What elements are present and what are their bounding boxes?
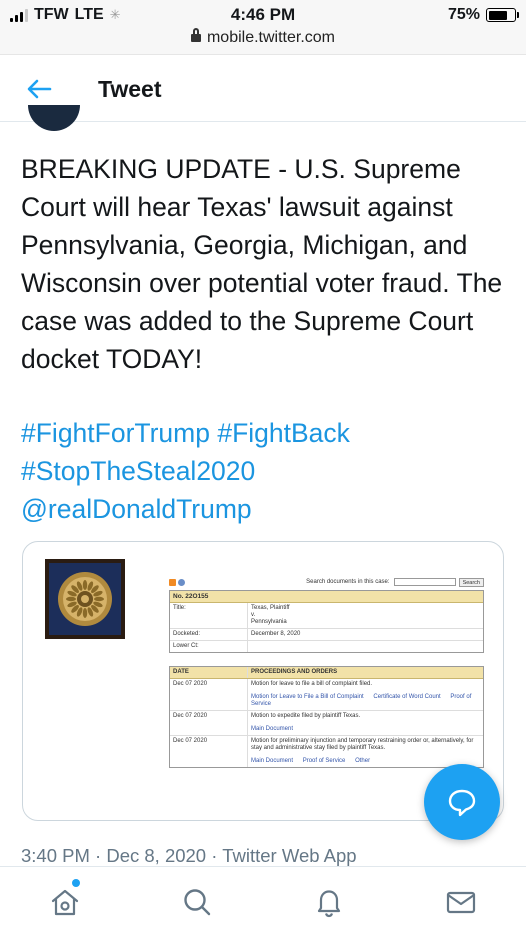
bottom-nav	[0, 866, 526, 935]
tweet-hashtags: #FightForTrump #FightBack #StopTheSteal2…	[21, 414, 511, 528]
status-bar: TFW LTE ✳ 4:46 PM mobile.twitter.com 75%	[0, 0, 526, 55]
doc-search-button: Search	[458, 577, 484, 587]
proceeding-link: Motion for Leave to File a Bill of Compl…	[251, 694, 364, 700]
proceeding-date: Dec 07 2020	[170, 711, 248, 735]
avatar[interactable]	[28, 105, 80, 131]
doc-search-input	[393, 578, 456, 586]
battery-icon	[486, 8, 519, 22]
proceeding-row: Dec 07 2020 Motion to expedite filed by …	[170, 711, 483, 736]
proceeding-text: Motion for preliminary injunction and te…	[251, 738, 474, 751]
case-number: No. 22O155	[170, 591, 483, 603]
case-info-box: No. 22O155 Title: Texas, Plaintiff v. Pe…	[169, 590, 484, 653]
proceeding-link: Certificate of Word Count	[373, 694, 441, 700]
proceeding-row: Dec 07 2020 Motion for leave to file a b…	[170, 679, 483, 711]
case-row: Title: Texas, Plaintiff v. Pennsylvania	[170, 603, 483, 629]
case-row-value: December 8, 2020	[251, 631, 301, 637]
home-icon[interactable]	[48, 885, 82, 919]
case-row-key: Title:	[170, 603, 248, 628]
proceeding-links: Main Document Proof of Service Other	[251, 758, 480, 765]
rss-icon	[169, 578, 176, 586]
proceedings-header: DATE PROCEEDINGS AND ORDERS	[170, 667, 483, 679]
address-bar[interactable]: mobile.twitter.com	[0, 28, 526, 47]
mail-icon[interactable]	[444, 885, 478, 919]
page-title: Tweet	[98, 76, 162, 102]
case-row-key: Lower Ct:	[170, 641, 248, 652]
home-notification-dot	[72, 879, 80, 887]
proceeding-links: Main Document	[251, 726, 480, 733]
reply-fab-button[interactable]	[424, 764, 500, 840]
status-right: 75%	[447, 6, 519, 24]
court-seal-image	[45, 559, 125, 639]
proceeding-text: Motion to expedite filed by plaintiff Te…	[251, 713, 361, 719]
case-row-value: Texas, Plaintiff v. Pennsylvania	[251, 605, 290, 625]
hashtag-line[interactable]: #FightForTrump #FightBack	[21, 414, 511, 452]
reply-bubble-icon	[448, 789, 476, 817]
battery-percent: 75%	[447, 6, 480, 23]
docket-document: Search documents in this case: Search No…	[169, 576, 484, 768]
tweet-text: BREAKING UPDATE - U.S. Supreme Court wil…	[21, 154, 503, 374]
docket-toolbar: Search documents in this case: Search	[169, 576, 484, 588]
hashtag-line[interactable]: #StopTheSteal2020	[21, 452, 511, 490]
case-row-value	[248, 641, 483, 652]
share-icon	[178, 578, 185, 586]
proceedings-title-header: PROCEEDINGS AND ORDERS	[251, 669, 338, 675]
case-row: Docketed: December 8, 2020	[170, 629, 483, 641]
proceeding-link: Other	[355, 758, 371, 764]
proceedings-box: DATE PROCEEDINGS AND ORDERS Dec 07 2020 …	[169, 666, 484, 768]
case-row: Lower Ct:	[170, 641, 483, 652]
case-row-key: Docketed:	[170, 629, 248, 640]
mention-link[interactable]: @realDonaldTrump	[21, 490, 511, 528]
bell-icon[interactable]	[312, 885, 346, 919]
proceeding-link: Proof of Service	[302, 758, 346, 764]
proceeding-row: Dec 07 2020 Motion for preliminary injun…	[170, 736, 483, 767]
proceeding-date: Dec 07 2020	[170, 679, 248, 710]
proceeding-link: Main Document	[251, 726, 294, 732]
url-text: mobile.twitter.com	[206, 29, 336, 46]
proceeding-links: Motion for Leave to File a Bill of Compl…	[251, 694, 480, 708]
arrow-left-icon[interactable]	[24, 74, 54, 104]
seal-emblem-icon	[58, 572, 112, 626]
proceedings-date-header: DATE	[170, 667, 248, 678]
proceeding-link: Main Document	[251, 758, 294, 764]
search-icon[interactable]	[180, 885, 214, 919]
proceeding-text: Motion for leave to file a bill of compl…	[251, 681, 373, 687]
lock-icon	[190, 28, 201, 42]
proceeding-date: Dec 07 2020	[170, 736, 248, 767]
doc-search-label: Search documents in this case:	[306, 579, 390, 585]
tweet-timestamp: 3:40 PM · Dec 8, 2020 · Twitter Web App	[21, 845, 357, 866]
